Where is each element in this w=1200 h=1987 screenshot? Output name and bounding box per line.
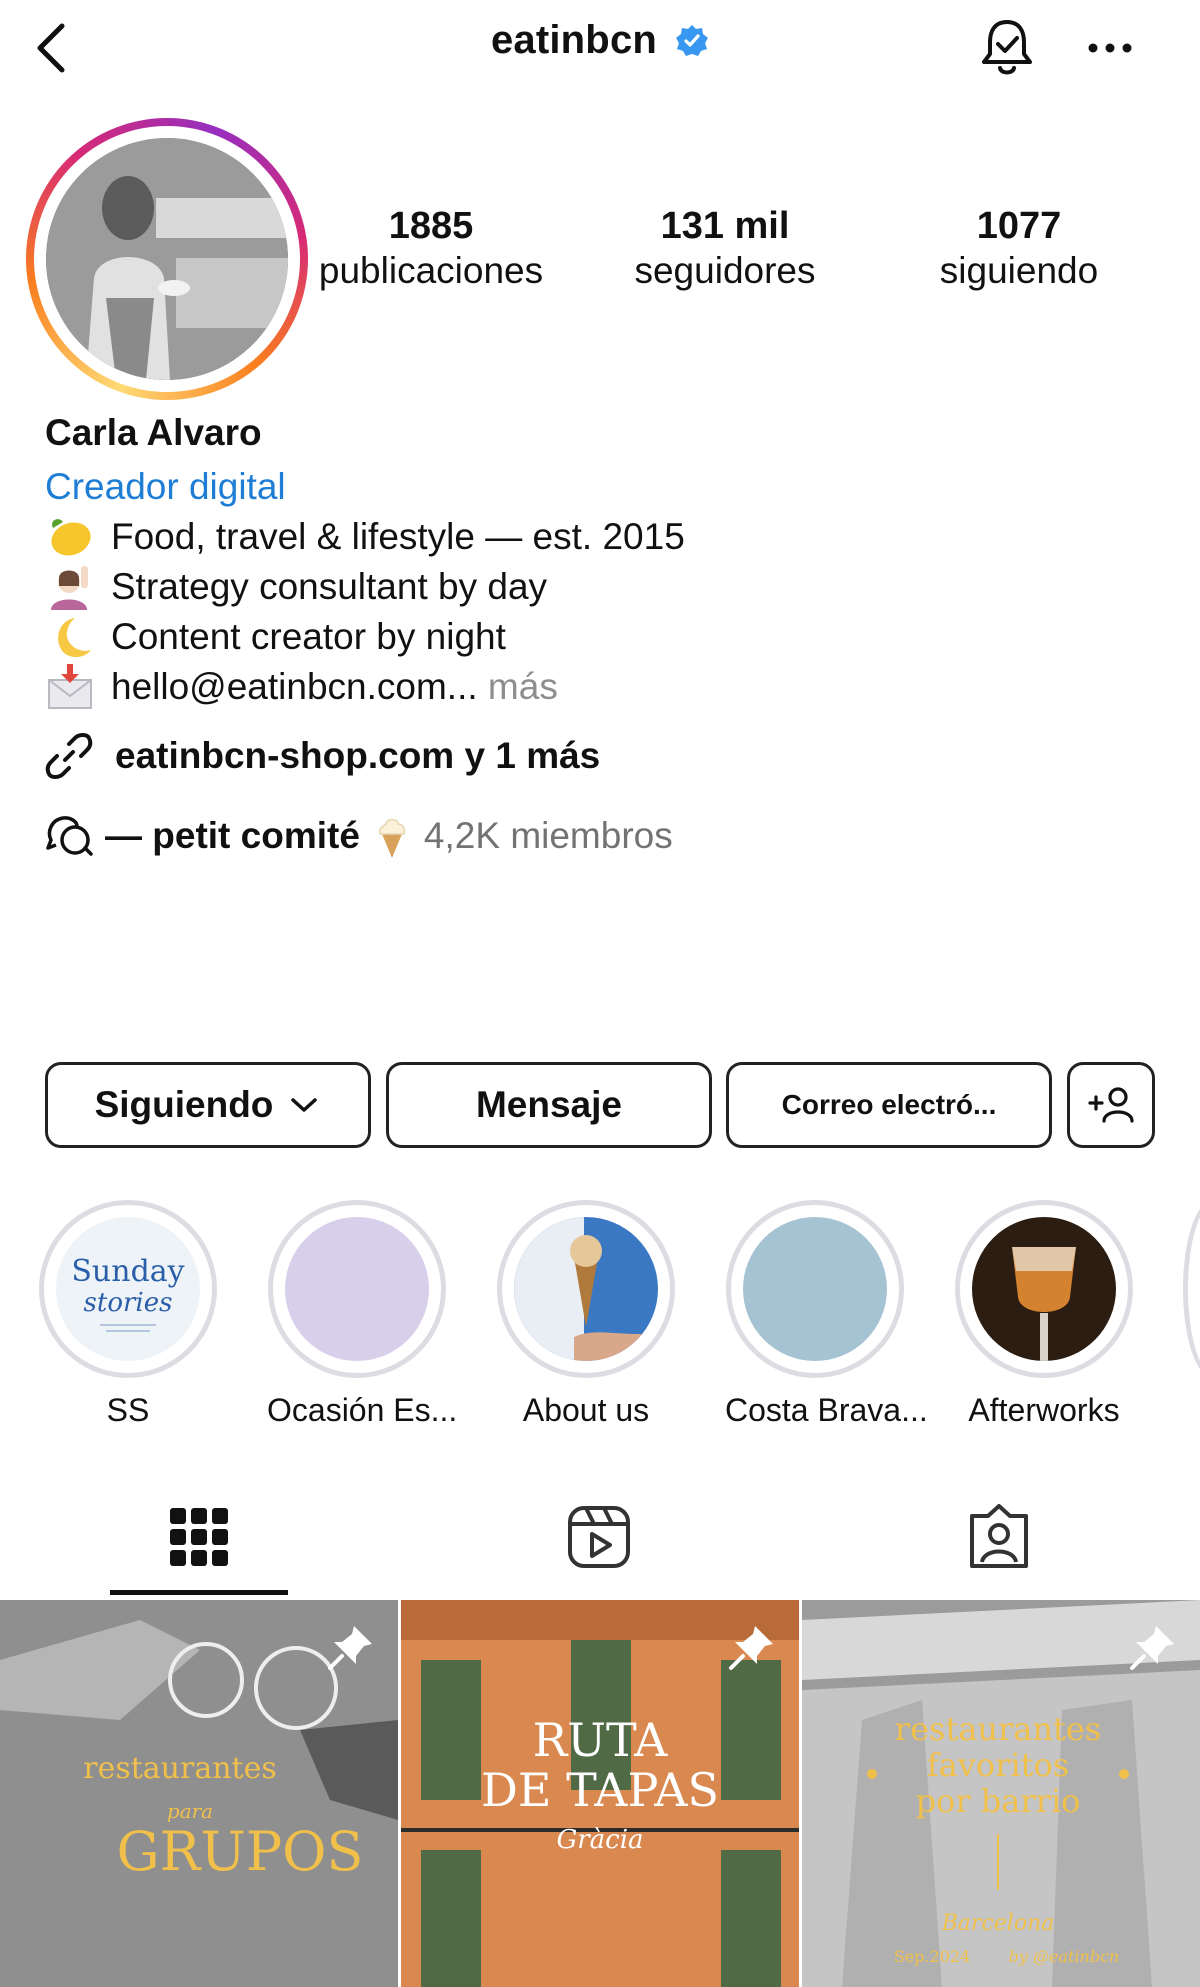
tab-reels[interactable] [564,1502,634,1572]
external-link-text: eatinbcn-shop.com y 1 más [115,735,601,776]
stat-followers[interactable]: 131 mil seguidores [590,204,860,294]
bio-line: Strategy consultant by day [45,564,547,610]
active-tab-indicator [110,1590,288,1595]
community-name: — petit comité [105,815,360,856]
bio-line: hello@eatinbcn.com... más [45,664,558,710]
stat-following-value: 1077 [976,205,1062,247]
stat-following[interactable]: 1077 siguiendo [884,204,1154,294]
lemon-icon [51,519,91,556]
highlight-label: Costa Brava... [725,1392,928,1428]
pin-icon [729,1626,773,1670]
post-text: Barcelona [941,1911,1055,1936]
stat-following-label: siguiendo [939,250,1099,291]
post-text: favoritos [927,1746,1069,1784]
bio-email-text: hello@eatinbcn.com... [111,666,478,707]
crescent-moon-icon [58,618,91,658]
highlight-costa-brava[interactable]: Costa Brava... [725,1200,928,1429]
profile-category[interactable]: Creador digital [45,466,286,508]
highlight-about-us[interactable]: About us [496,1200,676,1429]
bio-line-text: Content creator by night [111,616,506,657]
community-members: 4,2K miembros [423,815,673,856]
highlight-afterworks[interactable]: Afterworks [954,1200,1134,1429]
reels-icon [568,1506,630,1568]
post-text: Gràcia [556,1825,643,1855]
post-text: GRUPOS [117,1820,364,1883]
highlight-ocasion[interactable]: Ocasión Es... [267,1200,458,1429]
stat-followers-label: seguidores [634,250,816,291]
external-link[interactable]: eatinbcn-shop.com y 1 más [45,732,600,780]
tab-grid[interactable] [164,1502,234,1572]
bio-line: Content creator by night [45,614,506,660]
avatar-photo [46,138,288,380]
chevron-down-icon [291,1098,318,1112]
stat-followers-value: 131 mil [660,205,790,247]
tab-tagged[interactable] [964,1502,1034,1572]
post-text: DE TAPAS [481,1763,719,1817]
post-text: RUTA [533,1713,669,1767]
username: eatinbcn [490,18,658,62]
highlight-label: Ocasión Es... [267,1392,458,1428]
soft-ice-cream-icon [378,818,406,858]
email-button-label: Correo electró... [781,1089,997,1120]
following-button[interactable]: Siguiendo [45,1062,371,1148]
more-options-icon [1088,43,1132,53]
notification-bell-button[interactable] [974,14,1040,80]
svg-text:Sunday: Sunday [71,1254,184,1289]
community-chat-link[interactable]: — petit comité 4,2K miembros [45,814,673,858]
grid-icon [170,1508,228,1566]
envelope-with-arrow-icon [48,664,92,709]
bio-line-text: Strategy consultant by day [111,566,548,607]
pin-icon [328,1626,372,1670]
person-raising-hand-icon [51,566,88,610]
highlight-label: SS [106,1392,150,1428]
highlight-ss[interactable]: Sunday stories SS [38,1200,218,1429]
post-text: restaurantes [895,1710,1101,1748]
bio-line-text: Food, travel & lifestyle — est. 2015 [111,516,685,557]
highlight-label: Afterworks [968,1392,1120,1428]
following-button-label: Siguiendo [94,1084,274,1125]
highlight-cover [972,1217,1116,1361]
bio-line: Food, travel & lifestyle — est. 2015 [45,514,685,560]
profile-name: Carla Alvaro [45,412,262,453]
highlight-cover: Sunday stories [56,1217,200,1361]
post-text: Sep.2024 [894,1947,970,1966]
message-button-label: Mensaje [475,1084,622,1125]
link-icon [45,733,93,779]
tagged-person-icon [970,1504,1028,1568]
post-text: by @eatinbcn [1009,1947,1120,1966]
pin-icon [1130,1626,1174,1670]
svg-text:stories: stories [84,1288,173,1318]
bio-more-link[interactable]: más [488,666,558,707]
stat-posts-label: publicaciones [318,250,544,291]
stat-posts-value: 1885 [388,205,474,247]
highlight-label: About us [522,1392,650,1428]
post-text: por barrio [916,1782,1081,1820]
highlight-cover [514,1217,658,1361]
email-button[interactable]: Correo electró... [726,1062,1052,1148]
notification-bell-icon [982,20,1032,75]
highlight-cover [743,1217,887,1361]
community-chat-icon [46,816,93,856]
message-button[interactable]: Mensaje [386,1062,712,1148]
add-person-icon [1088,1087,1134,1123]
post-text: restaurantes [83,1751,277,1786]
stat-posts[interactable]: 1885 publicaciones [296,204,566,294]
profile-avatar[interactable] [26,118,308,400]
post-tile[interactable]: restaurantes favoritos por barrio Barcel… [802,1600,1200,1987]
highlight-cover [285,1217,429,1361]
more-options-button[interactable] [1085,30,1135,66]
highlight-partial[interactable] [1183,1200,1200,1378]
post-tile[interactable]: restaurantes para GRUPOS [0,1600,398,1987]
post-tile[interactable]: RUTA DE TAPAS Gràcia [401,1600,799,1987]
verified-badge-icon [676,24,709,56]
add-person-button[interactable] [1067,1062,1155,1148]
